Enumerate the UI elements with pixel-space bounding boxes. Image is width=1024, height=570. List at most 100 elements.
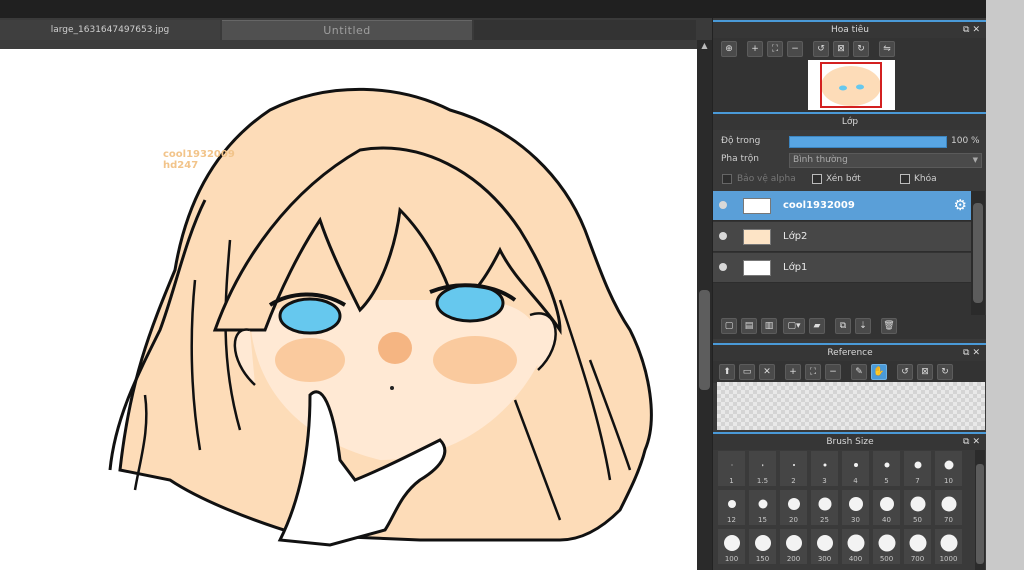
new-layer-icon[interactable]: ▢	[721, 318, 737, 334]
canvas-vertical-scrollbar[interactable]: ▲	[697, 40, 712, 570]
add-layer-menu-icon[interactable]: ▢▾	[783, 318, 805, 334]
new-folder-icon[interactable]: ▰	[809, 318, 825, 334]
reference-canvas[interactable]	[717, 382, 985, 430]
new-halftone-layer-icon[interactable]: ▤	[741, 318, 757, 334]
panel-popout-close-icon[interactable]: ⧉✕	[963, 434, 983, 450]
brush-size-option[interactable]: 1	[717, 450, 746, 487]
zoom-reset-icon[interactable]: ⊕	[721, 41, 737, 57]
brush-size-option[interactable]: 150	[748, 528, 777, 565]
eyedropper-icon[interactable]: ✎	[851, 364, 867, 380]
brush-dot-icon	[941, 496, 956, 512]
brush-size-option[interactable]: 50	[903, 489, 932, 526]
brush-dot-icon	[853, 463, 858, 467]
brush-size-option[interactable]: 1000	[934, 528, 963, 565]
visibility-icon[interactable]	[719, 232, 727, 240]
opacity-row: Độ trong 100 %	[713, 132, 987, 152]
visibility-icon[interactable]	[719, 263, 727, 271]
layer-toolbar: ▢ ▤ ▥ ▢▾ ▰ ⧉ ⇣ 🗑	[713, 315, 987, 339]
protect-alpha-checkbox[interactable]	[722, 174, 732, 184]
brush-size-option[interactable]: 500	[872, 528, 901, 565]
brush-size-option[interactable]: 1.5	[748, 450, 777, 487]
new-8bit-layer-icon[interactable]: ▥	[761, 318, 777, 334]
scrollbar-thumb[interactable]	[699, 290, 710, 390]
navigator-toolbar: ⊕ + ⛶ − ↺ ⊠ ↻ ⇋	[713, 38, 987, 60]
scroll-up-icon[interactable]: ▲	[697, 40, 712, 52]
zoom-out-icon[interactable]: −	[787, 41, 803, 57]
protect-alpha-label: Bảo vệ alpha	[737, 174, 796, 184]
merge-down-icon[interactable]: ⇣	[855, 318, 871, 334]
brush-size-option[interactable]: 2	[779, 450, 808, 487]
rotate-left-icon[interactable]: ↺	[897, 364, 913, 380]
layer-scrollbar[interactable]	[971, 191, 985, 315]
zoom-out-icon[interactable]: −	[825, 364, 841, 380]
rotate-right-icon[interactable]: ↻	[853, 41, 869, 57]
brush-size-option[interactable]: 30	[841, 489, 870, 526]
flip-icon[interactable]: ⇋	[879, 41, 895, 57]
zoom-in-icon[interactable]: +	[785, 364, 801, 380]
panel-popout-close-icon[interactable]: ⧉✕	[963, 345, 983, 361]
app-window: large_1631647497653.jpg Untitled cool193…	[0, 0, 1024, 570]
brush-size-option[interactable]: 5	[872, 450, 901, 487]
delete-layer-icon[interactable]: 🗑	[881, 318, 897, 334]
layer-item-lop2[interactable]: Lớp2	[713, 222, 971, 252]
fit-window-icon[interactable]: ⛶	[767, 41, 783, 57]
lock-checkbox[interactable]	[900, 174, 910, 184]
capture-icon[interactable]: ⬆	[719, 364, 735, 380]
brush-size-option[interactable]: 300	[810, 528, 839, 565]
opacity-value: 100 %	[951, 136, 980, 146]
layer-name: Lớp1	[783, 262, 808, 273]
tab-untitled[interactable]: Untitled	[222, 20, 472, 40]
layer-item-cool1932009[interactable]: cool1932009 ⚙	[713, 191, 971, 221]
brush-size-label: 3	[822, 477, 827, 485]
blend-row: Pha trộn Bình thường ▼	[713, 150, 987, 170]
zoom-in-icon[interactable]: +	[747, 41, 763, 57]
brush-size-option[interactable]: 20	[779, 489, 808, 526]
brush-dot-icon	[879, 497, 894, 511]
brush-size-option[interactable]: 70	[934, 489, 963, 526]
clipping-checkbox[interactable]	[812, 174, 822, 184]
brush-dot-icon	[731, 464, 732, 466]
brush-size-option[interactable]: 7	[903, 450, 932, 487]
brush-size-option[interactable]: 200	[779, 528, 808, 565]
gear-icon[interactable]: ⚙	[954, 196, 967, 214]
hand-icon[interactable]: ✋	[871, 364, 887, 380]
navigator-preview[interactable]	[713, 60, 987, 112]
opacity-label: Độ trong	[721, 136, 761, 146]
reference-title: Reference	[827, 348, 873, 358]
brush-size-option[interactable]: 4	[841, 450, 870, 487]
fit-window-icon[interactable]: ⛶	[805, 364, 821, 380]
brush-size-option[interactable]: 25	[810, 489, 839, 526]
close-icon[interactable]: ✕	[759, 364, 775, 380]
visibility-icon[interactable]	[719, 201, 727, 209]
duplicate-layer-icon[interactable]: ⧉	[835, 318, 851, 334]
navigator-view-rect[interactable]	[820, 62, 882, 108]
blend-mode-select[interactable]: Bình thường ▼	[789, 153, 982, 168]
open-folder-icon[interactable]: ▭	[739, 364, 755, 380]
rotate-reset-icon[interactable]: ⊠	[833, 41, 849, 57]
brush-size-option[interactable]: 12	[717, 489, 746, 526]
panel-popout-close-icon[interactable]: ⧉✕	[963, 22, 983, 38]
brush-size-title: Brush Size	[826, 437, 874, 447]
brush-size-option[interactable]: 700	[903, 528, 932, 565]
brush-size-option[interactable]: 10	[934, 450, 963, 487]
rotate-right-icon[interactable]: ↻	[937, 364, 953, 380]
navigator-title: Hoa tiêu	[831, 25, 869, 35]
reference-toolbar: ⬆ ▭ ✕ + ⛶ − ✎ ✋ ↺ ⊠ ↻	[713, 361, 987, 383]
brush-size-option[interactable]: 400	[841, 528, 870, 565]
rotate-reset-icon[interactable]: ⊠	[917, 364, 933, 380]
layer-item-lop1[interactable]: Lớp1	[713, 253, 971, 283]
brush-size-label: 50	[913, 516, 922, 524]
layer-panel-title: Lớp	[841, 117, 859, 127]
brush-size-option[interactable]: 100	[717, 528, 746, 565]
drawing-canvas[interactable]: cool1932009 hd247	[0, 49, 697, 570]
brush-size-option[interactable]: 40	[872, 489, 901, 526]
tab-large-image[interactable]: large_1631647497653.jpg	[0, 20, 220, 40]
brush-size-scrollbar[interactable]	[975, 450, 985, 570]
scrollbar-thumb[interactable]	[976, 464, 984, 564]
brush-size-option[interactable]: 15	[748, 489, 777, 526]
opacity-slider[interactable]	[789, 136, 947, 148]
brush-size-option[interactable]: 3	[810, 450, 839, 487]
brush-dot-icon	[758, 499, 767, 509]
scrollbar-thumb[interactable]	[973, 203, 983, 303]
rotate-left-icon[interactable]: ↺	[813, 41, 829, 57]
